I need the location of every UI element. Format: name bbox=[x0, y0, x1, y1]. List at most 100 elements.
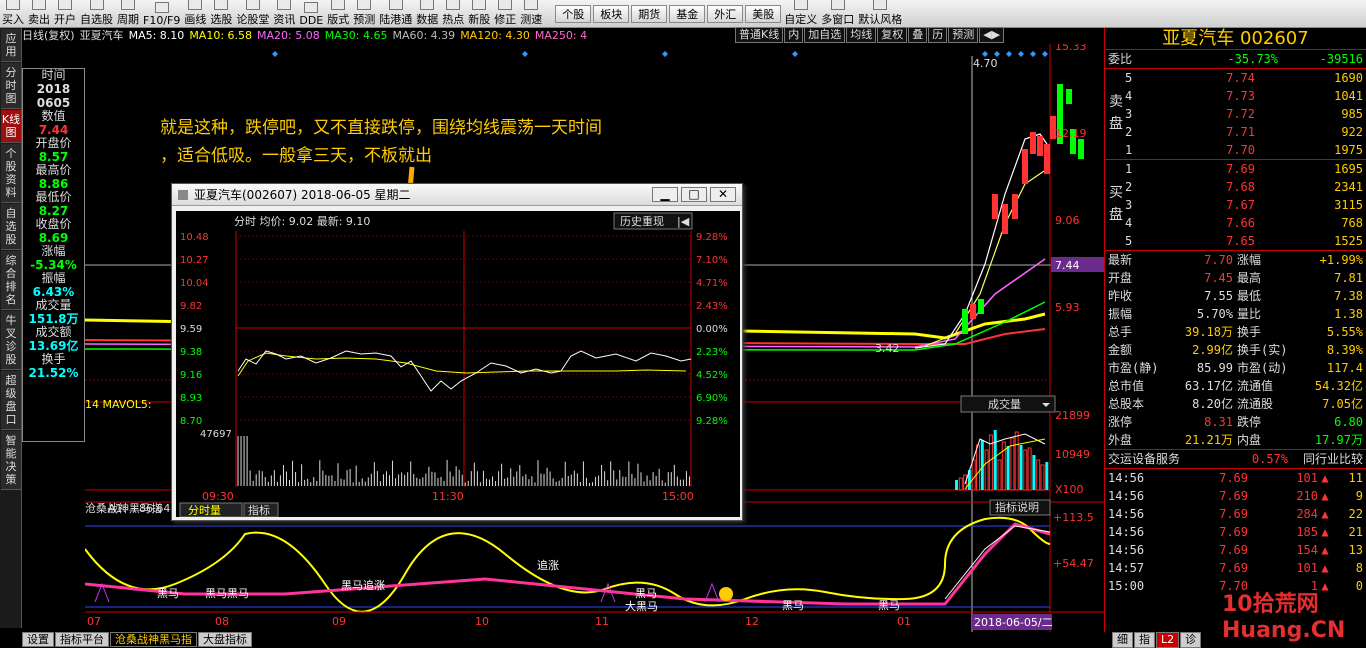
stat-label: 最低 bbox=[1233, 287, 1303, 305]
toolbar-item[interactable]: 默认风格 bbox=[856, 0, 904, 27]
tick-list[interactable]: 14:56 7.69 101 ▲ 11 14:56 7.69 210 ▲ 9 14:56 7.69 28… bbox=[1105, 469, 1366, 595]
toolbar-item[interactable]: F10/F9 bbox=[141, 0, 182, 27]
side-tab[interactable]: 智能决策 bbox=[1, 431, 21, 490]
side-tab[interactable]: 牛叉诊股 bbox=[1, 311, 21, 370]
sell-row[interactable]: 5 7.74 1690 bbox=[1125, 69, 1366, 87]
tick-volume: 284 bbox=[1248, 505, 1318, 523]
side-tab[interactable]: 个股资料 bbox=[1, 144, 21, 203]
candle bbox=[1012, 194, 1018, 219]
side-tab[interactable]: 综合排名 bbox=[1, 251, 21, 310]
chart-control-button[interactable]: 叠 bbox=[908, 27, 927, 43]
minimize-icon[interactable]: ▁ bbox=[652, 187, 678, 202]
sector-compare-link[interactable]: 同行业比较 bbox=[1288, 450, 1366, 468]
sell-row[interactable]: 1 7.70 1975 bbox=[1125, 141, 1366, 159]
replay-arrow-icon[interactable]: |◀ bbox=[677, 215, 690, 228]
info-label: 最高价 bbox=[23, 164, 84, 177]
chart-control-button[interactable]: 均线 bbox=[846, 27, 876, 43]
toolbar-item[interactable]: 画线 bbox=[182, 0, 208, 27]
toolbar-item[interactable]: 开户 bbox=[52, 0, 78, 27]
toolbar-item[interactable]: 多窗口 bbox=[819, 0, 856, 27]
chart-control-button[interactable]: 预测 bbox=[948, 27, 978, 43]
toolbar-label: 周期 bbox=[117, 11, 139, 27]
side-tab[interactable]: 应用 bbox=[1, 29, 21, 62]
toolbar-item[interactable]: 版式 bbox=[325, 0, 351, 27]
indicator-explain-button[interactable]: 指标说明 bbox=[995, 500, 1039, 514]
toolbar-item[interactable]: 数据 bbox=[414, 0, 440, 27]
popup-tab-vol[interactable]: 分时量 bbox=[188, 504, 221, 517]
toolbar-item[interactable]: 周期 bbox=[115, 0, 141, 27]
quote-tab[interactable]: 指 bbox=[1134, 632, 1155, 648]
toolbar-item[interactable]: 新股 bbox=[466, 0, 492, 27]
market-button[interactable]: 个股 bbox=[555, 5, 591, 23]
toolbar-item[interactable]: 买入 bbox=[0, 0, 26, 27]
quote-tab[interactable]: 细 bbox=[1112, 632, 1133, 648]
buy-row[interactable]: 5 7.65 1525 bbox=[1125, 232, 1366, 250]
intraday-chart[interactable]: 分时 均价: 9.02 最新: 9.10 历史重现 |◀ 10.48 9.28% 1… bbox=[176, 211, 740, 517]
info-value: 151.8万 bbox=[23, 312, 84, 326]
side-tab[interactable]: 分时图 bbox=[1, 63, 21, 109]
side-tab-label: 超级盘口 bbox=[6, 374, 17, 426]
popup-tab-indicator[interactable]: 指标 bbox=[248, 503, 270, 517]
price-axis-label: 12.19 bbox=[1055, 127, 1087, 140]
toolbar-item[interactable]: 自定义 bbox=[782, 0, 819, 27]
buy-row[interactable]: 2 7.68 2341 bbox=[1125, 178, 1366, 196]
info-label: 数值 bbox=[23, 110, 84, 123]
toolbar-label: 开户 bbox=[54, 11, 76, 27]
toolbar-item[interactable]: 自选股 bbox=[78, 0, 115, 27]
toolbar-item[interactable]: DDE bbox=[297, 0, 325, 27]
stat-label: 昨收 bbox=[1108, 287, 1168, 305]
toolbar-item[interactable]: 热点 bbox=[440, 0, 466, 27]
ma20-label: MA20: 5.08 bbox=[257, 28, 320, 44]
stock-title: 亚夏汽车 002607 bbox=[1105, 28, 1366, 50]
toolbar-item[interactable]: 论股堂 bbox=[234, 0, 271, 27]
toolbar-item[interactable]: 资讯 bbox=[271, 0, 297, 27]
stat-label: 涨幅 bbox=[1233, 251, 1303, 269]
side-tab[interactable]: K线图 bbox=[1, 110, 21, 143]
maximize-icon[interactable]: □ bbox=[681, 187, 707, 202]
close-icon[interactable]: ✕ bbox=[710, 187, 736, 202]
toolbar-item[interactable]: 陆港通 bbox=[377, 0, 414, 27]
vol-type-select[interactable]: 成交量 bbox=[988, 397, 1021, 411]
history-replay-button[interactable]: 历史重现 bbox=[620, 214, 664, 228]
buy-row[interactable]: 4 7.66 768 bbox=[1125, 214, 1366, 232]
market-button[interactable]: 基金 bbox=[669, 5, 705, 23]
toolbar-item[interactable]: 预测 bbox=[351, 0, 377, 27]
buy-row[interactable]: 3 7.67 3115 bbox=[1125, 196, 1366, 214]
side-tab[interactable]: 自选股 bbox=[1, 204, 21, 250]
buy-row[interactable]: 1 7.69 1695 bbox=[1125, 160, 1366, 178]
market-button[interactable]: 板块 bbox=[593, 5, 629, 23]
intraday-popup[interactable]: 亚夏汽车(002607) 2018-06-05 星期二 ▁ □ ✕ 分时 均价:… bbox=[171, 183, 743, 521]
market-button[interactable]: 外汇 bbox=[707, 5, 743, 23]
tick-time: 14:56 bbox=[1108, 505, 1168, 523]
popup-titlebar[interactable]: 亚夏汽车(002607) 2018-06-05 星期二 ▁ □ ✕ bbox=[172, 184, 742, 206]
period-label[interactable]: 日线(复权) bbox=[22, 28, 75, 44]
sell-row[interactable]: 3 7.72 985 bbox=[1125, 105, 1366, 123]
toolbar-item[interactable]: 修正 bbox=[492, 0, 518, 27]
sell-row[interactable]: 2 7.71 922 bbox=[1125, 123, 1366, 141]
quote-tab[interactable]: L2 bbox=[1156, 632, 1179, 648]
toolbar-item[interactable]: 测速 bbox=[518, 0, 544, 27]
market-button[interactable]: 美股 bbox=[745, 5, 781, 23]
chart-control-button[interactable]: 加自选 bbox=[804, 27, 845, 43]
info-label: 时间 bbox=[23, 69, 84, 82]
tick-price: 7.69 bbox=[1168, 469, 1248, 487]
stat-label: 外盘 bbox=[1108, 431, 1168, 449]
level-price: 7.73 bbox=[1165, 87, 1255, 105]
bottom-tab[interactable]: 大盘指标 bbox=[198, 632, 252, 647]
bottom-tab[interactable]: 沧桑战神黑马指 bbox=[110, 632, 197, 647]
chart-control-button[interactable]: 内 bbox=[784, 27, 803, 43]
market-button[interactable]: 期货 bbox=[631, 5, 667, 23]
bottom-tab[interactable]: 设置 bbox=[22, 632, 54, 647]
quote-tab[interactable]: 诊 bbox=[1180, 632, 1201, 648]
sell-row[interactable]: 4 7.73 1041 bbox=[1125, 87, 1366, 105]
indicator-axis-label: +54.47 bbox=[1053, 557, 1094, 570]
stat-row: 涨停 8.31 跌停 6.80 bbox=[1105, 413, 1366, 431]
chart-control-button[interactable]: 复权 bbox=[877, 27, 907, 43]
chart-control-button[interactable]: 历 bbox=[928, 27, 947, 43]
toolbar-item[interactable]: 选股 bbox=[208, 0, 234, 27]
chart-control-button[interactable]: ◀▶ bbox=[979, 27, 1004, 43]
toolbar-item[interactable]: 卖出 bbox=[26, 0, 52, 27]
chart-control-button[interactable]: 普通K线 bbox=[735, 27, 783, 43]
bottom-tab[interactable]: 指标平台 bbox=[55, 632, 109, 647]
side-tab[interactable]: 超级盘口 bbox=[1, 371, 21, 430]
